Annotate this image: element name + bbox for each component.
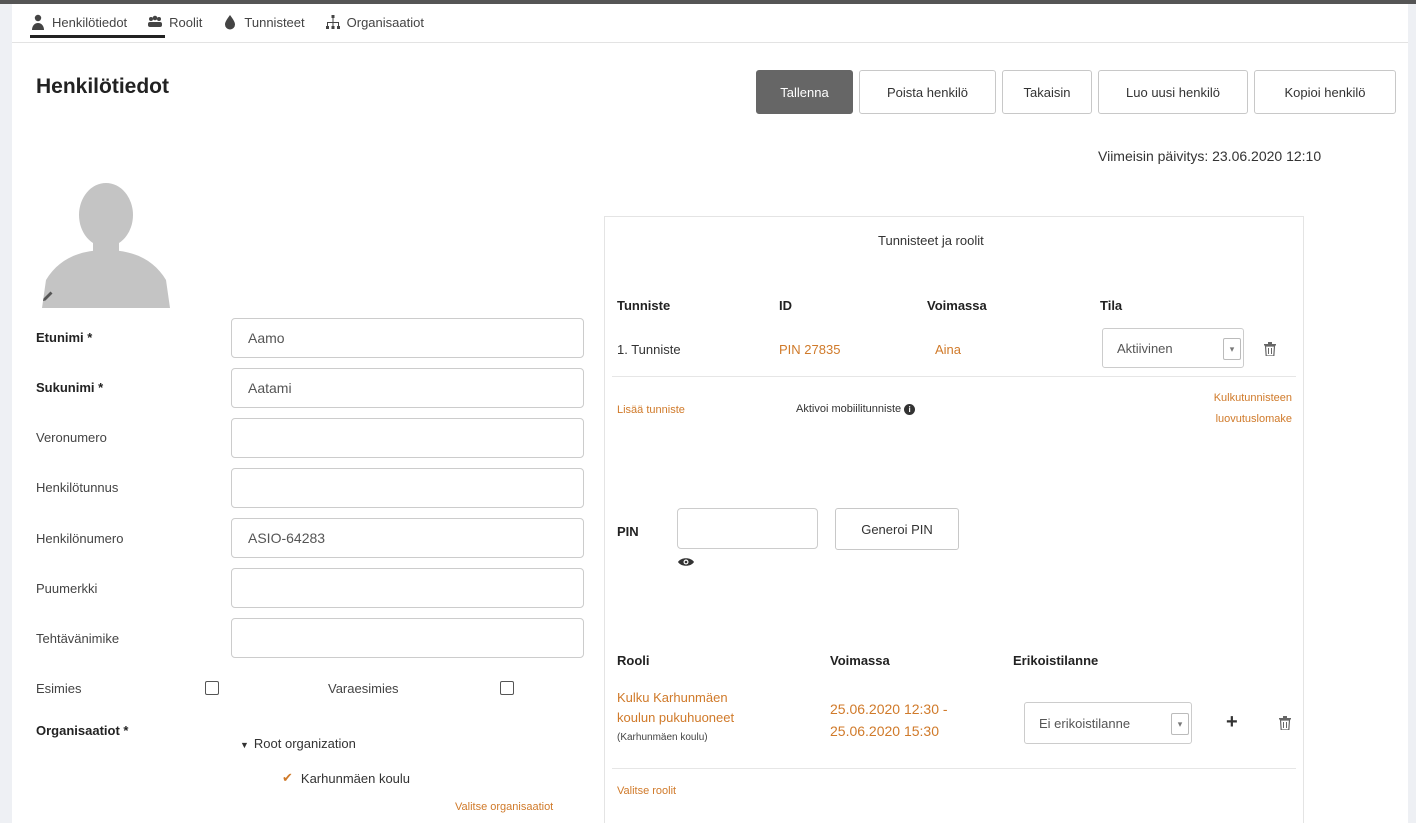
users-icon bbox=[148, 15, 163, 27]
initials-label: Puumerkki bbox=[36, 581, 98, 596]
tab-tunnisteet[interactable]: Tunnisteet bbox=[222, 14, 305, 30]
select-organisations-link[interactable]: Valitse organisaatiot bbox=[455, 801, 553, 813]
role-validity-start: 25.06.2020 12:30 - bbox=[830, 701, 948, 717]
role-org: (Karhunmäen koulu) bbox=[617, 732, 708, 743]
last-update: Viimeisin päivitys: 23.06.2020 12:10 bbox=[1098, 148, 1322, 164]
person-number-label: Henkilönumero bbox=[36, 531, 124, 546]
select-roles-link[interactable]: Valitse roolit bbox=[617, 785, 676, 797]
role-name-line1: Kulku Karhunmäen bbox=[617, 690, 728, 705]
tab-roolit[interactable]: Roolit bbox=[147, 14, 202, 30]
supervisor-checkbox[interactable] bbox=[205, 681, 219, 695]
tax-number-input[interactable] bbox=[231, 418, 584, 458]
toolbar: Tallenna Poista henkilö Takaisin Luo uus… bbox=[756, 70, 1396, 114]
role-name[interactable]: Kulku Karhunmäen koulun pukuhuoneet (Kar… bbox=[617, 688, 734, 748]
identifier-name: 1. Tunniste bbox=[617, 342, 681, 357]
edit-photo-icon[interactable] bbox=[42, 290, 54, 302]
organisations-label: Organisaatiot * bbox=[36, 723, 129, 738]
top-nav: Henkilötiedot Roolit Tunnisteet Organisa… bbox=[30, 14, 424, 30]
handover-form-line1: Kulkutunnisteen bbox=[1213, 392, 1292, 404]
role-validity-end: 25.06.2020 15:30 bbox=[830, 723, 939, 739]
tree-node-child[interactable]: ✔ Karhunmäen koulu bbox=[282, 770, 410, 786]
col-header-erikoistilanne: Erikoistilanne bbox=[1013, 653, 1099, 668]
deputy-supervisor-checkbox[interactable] bbox=[500, 681, 514, 695]
trash-icon[interactable] bbox=[1279, 716, 1291, 730]
ssn-label: Henkilötunnus bbox=[36, 480, 119, 495]
person-icon bbox=[32, 14, 44, 30]
avatar-placeholder-icon bbox=[42, 183, 170, 308]
top-border bbox=[0, 0, 1416, 4]
panel-title: Tunnisteet ja roolit bbox=[878, 233, 984, 248]
select-value: Ei erikoistilanne bbox=[1039, 715, 1131, 731]
info-icon: i bbox=[904, 403, 916, 415]
job-title-label: Tehtävänimike bbox=[36, 631, 120, 646]
chevron-down-icon: ▾ bbox=[1171, 713, 1189, 735]
job-title-input[interactable] bbox=[231, 618, 584, 658]
checkmark-icon: ✔ bbox=[282, 770, 293, 785]
initials-input[interactable] bbox=[231, 568, 584, 608]
delete-person-button[interactable]: Poista henkilö bbox=[859, 70, 996, 114]
trash-icon[interactable] bbox=[1264, 342, 1276, 356]
last-name-input[interactable] bbox=[231, 368, 584, 408]
chevron-down-icon: ▾ bbox=[1223, 338, 1241, 360]
last-name-label: Sukunimi * bbox=[36, 380, 104, 395]
role-validity: 25.06.2020 12:30 - 25.06.2020 15:30 bbox=[830, 698, 948, 742]
save-button[interactable]: Tallenna bbox=[756, 70, 853, 114]
new-person-button[interactable]: Luo uusi henkilö bbox=[1098, 70, 1248, 114]
nav-divider bbox=[12, 42, 1408, 43]
right-gutter bbox=[1408, 4, 1416, 823]
tree-node-root[interactable]: ▼ Root organization bbox=[240, 736, 356, 751]
tab-label: Tunnisteet bbox=[244, 14, 305, 30]
first-name-input[interactable] bbox=[231, 318, 584, 358]
org-chart-icon bbox=[325, 15, 340, 29]
identifier-status-select[interactable]: Aktiivinen ▾ bbox=[1102, 328, 1244, 368]
supervisor-label: Esimies bbox=[36, 681, 82, 696]
tax-number-label: Veronumero bbox=[36, 430, 107, 445]
eye-icon[interactable] bbox=[678, 556, 694, 568]
page-title: Henkilötiedot bbox=[36, 75, 170, 98]
tab-label: Roolit bbox=[169, 14, 203, 30]
avatar[interactable] bbox=[38, 180, 170, 308]
special-situation-select[interactable]: Ei erikoistilanne ▾ bbox=[1024, 702, 1192, 744]
tab-label: Organisaatiot bbox=[346, 14, 424, 30]
col-header-role-voimassa: Voimassa bbox=[830, 653, 890, 668]
tree-node-label: Root organization bbox=[253, 736, 356, 751]
pin-input[interactable] bbox=[677, 508, 818, 549]
tab-label: Henkilötiedot bbox=[52, 14, 128, 30]
add-identifier-link[interactable]: Lisää tunniste bbox=[617, 404, 685, 416]
ssn-input[interactable] bbox=[231, 468, 584, 508]
col-header-tila: Tila bbox=[1100, 298, 1123, 313]
tag-icon bbox=[225, 15, 236, 30]
identifier-validity: Aina bbox=[935, 342, 962, 357]
role-name-line2: koulun pukuhuoneet bbox=[617, 710, 735, 725]
first-name-label: Etunimi * bbox=[36, 330, 93, 345]
tree-node-label: Karhunmäen koulu bbox=[300, 770, 411, 786]
tab-organisaatiot[interactable]: Organisaatiot bbox=[325, 14, 424, 30]
col-header-id: ID bbox=[779, 298, 792, 313]
generate-pin-button[interactable]: Generoi PIN bbox=[835, 508, 959, 550]
identifier-id-link[interactable]: PIN 27835 bbox=[779, 342, 840, 357]
col-header-tunniste: Tunniste bbox=[617, 298, 671, 313]
row-divider bbox=[612, 376, 1296, 377]
person-number-input[interactable] bbox=[231, 518, 584, 558]
col-header-voimassa: Voimassa bbox=[927, 298, 987, 313]
tab-henkilotiedot[interactable]: Henkilötiedot bbox=[30, 14, 127, 30]
activate-mobile-label: Aktivoi mobiilitunniste bbox=[796, 403, 902, 415]
deputy-supervisor-label: Varaesimies bbox=[328, 681, 399, 696]
left-gutter bbox=[0, 4, 12, 823]
add-icon[interactable]: + bbox=[1226, 711, 1238, 734]
copy-person-button[interactable]: Kopioi henkilö bbox=[1254, 70, 1396, 114]
back-button[interactable]: Takaisin bbox=[1002, 70, 1092, 114]
select-value: Aktiivinen bbox=[1117, 340, 1173, 356]
active-tab-indicator bbox=[30, 35, 165, 38]
col-header-rooli: Rooli bbox=[617, 653, 650, 668]
handover-form-link[interactable]: Kulkutunnisteen luovutuslomake bbox=[1186, 392, 1292, 425]
activate-mobile-id[interactable]: Aktivoi mobiilitunniste i bbox=[796, 403, 916, 415]
pin-label: PIN bbox=[617, 524, 639, 539]
row-divider bbox=[612, 768, 1296, 769]
handover-form-line2: luovutuslomake bbox=[1215, 413, 1292, 425]
caret-down-icon: ▼ bbox=[240, 740, 249, 750]
